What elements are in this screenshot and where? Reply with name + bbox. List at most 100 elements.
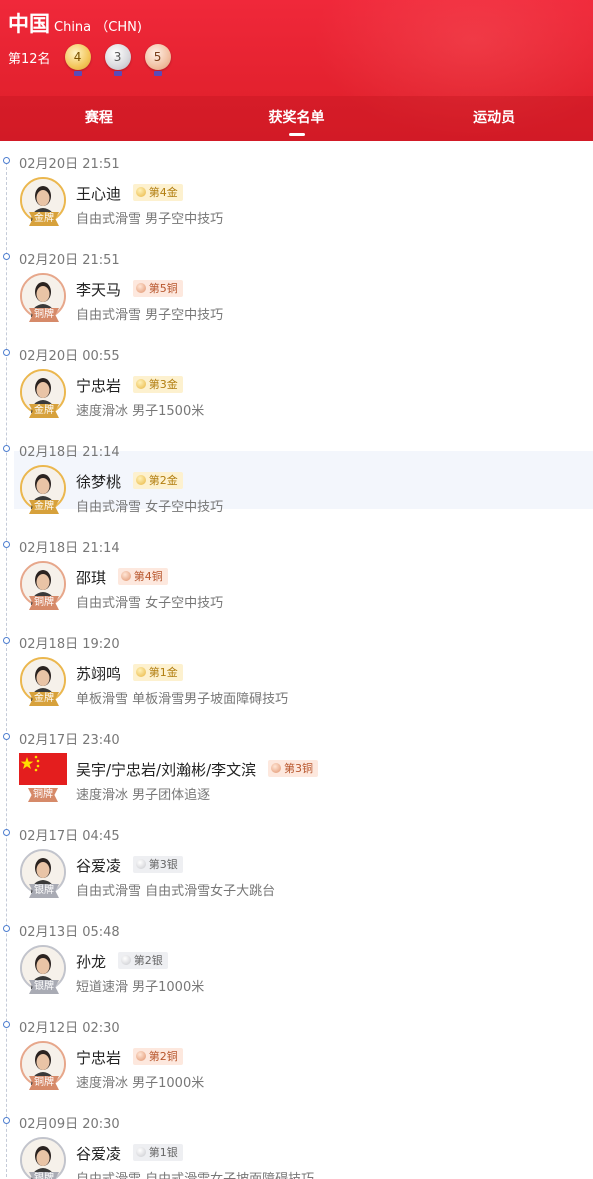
athlete-avatar[interactable]: 铜牌	[20, 273, 66, 322]
medal-entry[interactable]: 02月18日 21:14 金牌 徐梦桃 第2金 自由式滑雪 女子空中技巧	[0, 429, 593, 525]
medal-dot-icon	[135, 1051, 146, 1061]
medal-order-label: 第1金	[148, 666, 178, 679]
event-name: 自由式滑雪 男子空中技巧	[76, 212, 224, 227]
award-time: 02月09日 20:30	[19, 1117, 120, 1132]
flag-stars-icon	[20, 755, 40, 772]
tab-winners[interactable]: 获奖名单	[198, 96, 396, 141]
medal-dot-icon	[120, 571, 131, 581]
award-time: 02月12日 02:30	[19, 1021, 120, 1036]
athlete-avatar[interactable]: 铜牌	[20, 1041, 66, 1090]
athlete-avatar[interactable]: 金牌	[20, 465, 66, 514]
athlete-name-row: 宁忠岩 第2铜	[76, 1047, 183, 1068]
athlete-name-row: 邵琪 第4铜	[76, 567, 168, 588]
medal-ribbon: 金牌	[29, 404, 59, 418]
medal-ribbon: 银牌	[29, 884, 59, 898]
country-rank: 第12名	[8, 51, 51, 67]
athlete-name[interactable]: 吴宇/宁忠岩/刘瀚彬/李文滨	[76, 761, 256, 779]
medal-entry[interactable]: 02月20日 21:51 铜牌 李天马 第5铜 自由式滑雪 男子空中技巧	[0, 237, 593, 333]
medal-ribbon: 铜牌	[28, 788, 58, 802]
medal-dot-icon	[135, 667, 146, 677]
award-time: 02月18日 19:20	[19, 637, 120, 652]
athlete-avatar[interactable]: 银牌	[20, 849, 66, 898]
timeline-dot-icon	[3, 829, 10, 836]
medal-order-label: 第3铜	[283, 762, 313, 775]
medal-order-badge: 第3铜	[267, 759, 318, 777]
award-time: 02月20日 21:51	[19, 157, 120, 172]
athlete-name[interactable]: 徐梦桃	[76, 473, 121, 491]
medal-order-label: 第3金	[148, 378, 178, 391]
medal-dot-icon	[120, 955, 131, 965]
athlete-avatar[interactable]: 银牌	[20, 945, 66, 994]
athlete-name[interactable]: 宁忠岩	[76, 1049, 121, 1067]
athlete-name-row: 谷爱凌 第3银	[76, 855, 183, 876]
medal-entry[interactable]: 02月20日 00:55 金牌 宁忠岩 第3金 速度滑冰 男子1500米	[0, 333, 593, 429]
medal-order-badge: 第4金	[132, 183, 183, 201]
medal-dot-icon	[135, 283, 146, 293]
medal-entry[interactable]: 02月17日 04:45 银牌 谷爱凌 第3银 自由式滑雪 自由式滑雪女子大跳台	[0, 813, 593, 909]
country-name-cn: 中国	[8, 12, 50, 36]
timeline-dot-icon	[3, 733, 10, 740]
medal-order-badge: 第1银	[132, 1143, 183, 1161]
china-flag-icon: 铜牌	[19, 753, 67, 802]
athlete-name[interactable]: 谷爱凌	[76, 857, 121, 875]
timeline-dot-icon	[3, 253, 10, 260]
timeline-dot-icon	[3, 157, 10, 164]
medal-dot-icon	[135, 379, 146, 389]
athlete-name[interactable]: 苏翊鸣	[76, 665, 121, 683]
athlete-avatar[interactable]: 金牌	[20, 657, 66, 706]
athlete-name[interactable]: 王心迪	[76, 185, 121, 203]
athlete-avatar[interactable]: 铜牌	[20, 561, 66, 610]
medal-entry[interactable]: 02月18日 19:20 金牌 苏翊鸣 第1金 单板滑雪 单板滑雪男子坡面障碍技…	[0, 621, 593, 717]
timeline-dot-icon	[3, 1117, 10, 1124]
medal-order-label: 第1银	[148, 1146, 178, 1159]
medal-order-label: 第2金	[148, 474, 178, 487]
event-name: 速度滑冰 男子团体追逐	[76, 788, 211, 803]
event-name: 自由式滑雪 自由式滑雪女子坡面障碍技巧	[76, 1168, 314, 1179]
medal-ribbon: 铜牌	[29, 596, 59, 610]
medal-order-label: 第2铜	[148, 1050, 178, 1063]
award-time: 02月17日 04:45	[19, 829, 120, 844]
athlete-name-row: 宁忠岩 第3金	[76, 375, 183, 396]
gold-medal-count: 4	[64, 44, 91, 76]
medal-order-label: 第2银	[133, 954, 163, 967]
award-time: 02月20日 00:55	[19, 349, 120, 364]
tab-schedule[interactable]: 赛程	[0, 96, 198, 141]
athlete-avatar[interactable]: 金牌	[20, 177, 66, 226]
athlete-name[interactable]: 谷爱凌	[76, 1145, 121, 1163]
medal-order-badge: 第2铜	[132, 1047, 183, 1065]
medal-entry[interactable]: 02月12日 02:30 铜牌 宁忠岩 第2铜 速度滑冰 男子1000米	[0, 1005, 593, 1101]
athlete-name[interactable]: 孙龙	[76, 953, 106, 971]
medal-entry[interactable]: 02月09日 20:30 银牌 谷爱凌 第1银 自由式滑雪 自由式滑雪女子坡面障…	[0, 1101, 593, 1179]
award-time: 02月18日 21:14	[19, 445, 120, 460]
medal-entry[interactable]: 02月17日 23:40 铜牌 吴宇/宁忠岩/刘瀚彬/李文滨 第3铜 速度滑冰 …	[0, 717, 593, 813]
medal-ribbon: 金牌	[29, 500, 59, 514]
medal-entry[interactable]: 02月20日 21:51 金牌 王心迪 第4金 自由式滑雪 男子空中技巧	[0, 141, 593, 237]
event-name: 自由式滑雪 女子空中技巧	[76, 596, 224, 611]
timeline-dot-icon	[3, 1021, 10, 1028]
athlete-avatar[interactable]: 银牌	[20, 1137, 66, 1179]
award-time: 02月20日 21:51	[19, 253, 120, 268]
medal-dot-icon	[135, 475, 146, 485]
bronze-medal-count: 5	[144, 44, 171, 76]
athlete-name[interactable]: 李天马	[76, 281, 121, 299]
athlete-avatar[interactable]: 金牌	[20, 369, 66, 418]
medal-ribbon: 银牌	[29, 980, 59, 994]
athlete-name[interactable]: 宁忠岩	[76, 377, 121, 395]
medal-order-badge: 第2金	[132, 471, 183, 489]
medal-order-label: 第3银	[148, 858, 178, 871]
tab-athletes[interactable]: 运动员	[395, 96, 593, 141]
medal-ribbon: 铜牌	[29, 1076, 59, 1090]
medal-entry[interactable]: 02月18日 21:14 铜牌 邵琪 第4铜 自由式滑雪 女子空中技巧	[0, 525, 593, 621]
athlete-name-row: 吴宇/宁忠岩/刘瀚彬/李文滨 第3铜	[76, 759, 318, 780]
event-name: 自由式滑雪 女子空中技巧	[76, 500, 224, 515]
medal-entry[interactable]: 02月13日 05:48 银牌 孙龙 第2银 短道速滑 男子1000米	[0, 909, 593, 1005]
medal-order-label: 第4铜	[133, 570, 163, 583]
medal-ribbon: 金牌	[29, 212, 59, 226]
athlete-name[interactable]: 邵琪	[76, 569, 106, 587]
medal-order-label: 第4金	[148, 186, 178, 199]
silver-medal-count: 3	[104, 44, 131, 76]
medal-order-badge: 第5铜	[132, 279, 183, 297]
medal-summary: 第12名 4 3 5	[8, 44, 185, 76]
medal-order-badge: 第3金	[132, 375, 183, 393]
timeline-dot-icon	[3, 445, 10, 452]
